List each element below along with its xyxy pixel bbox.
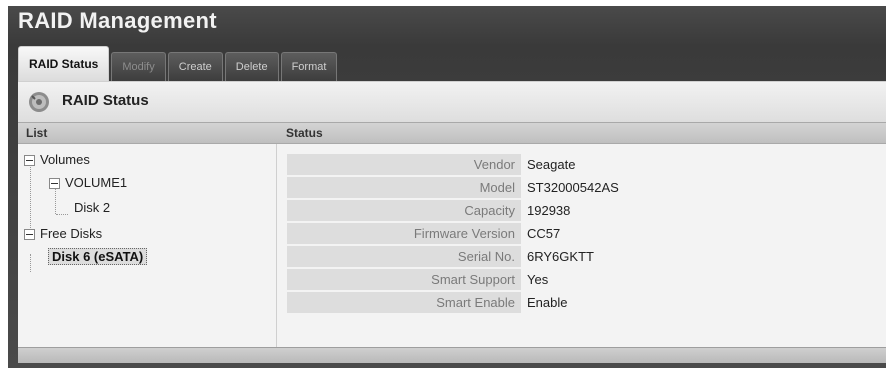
tab-modify[interactable]: Modify: [111, 52, 166, 81]
disk-tree-pane: Volumes VOLUME1 Disk 2 Free Disks Disk 6…: [18, 144, 277, 347]
status-label: Capacity: [287, 200, 521, 221]
tab-delete[interactable]: Delete: [224, 52, 279, 81]
column-headers: List Status: [18, 122, 886, 144]
status-value: CC57: [527, 226, 561, 241]
window-title: RAID Management: [18, 8, 217, 33]
collapse-icon[interactable]: [24, 155, 35, 167]
status-value: 192938: [527, 203, 571, 218]
status-label: Smart Support: [287, 269, 521, 290]
status-value: Enable: [527, 295, 568, 310]
status-label: Firmware Version: [287, 223, 521, 244]
status-label: Serial No.: [287, 246, 521, 267]
status-value: Yes: [527, 272, 549, 287]
list-column-header: List: [26, 126, 48, 140]
status-row-vendor: Vendor Seagate: [287, 154, 887, 176]
status-row-smart-enable: Smart Enable Enable: [287, 292, 887, 314]
status-row-capacity: Capacity 192938: [287, 200, 887, 222]
tab-raid-status[interactable]: RAID Status: [18, 46, 110, 81]
status-value: 6RY6GKTT: [527, 249, 594, 264]
tree-item-disk6-esata[interactable]: Disk 6 (eSATA): [48, 248, 148, 265]
status-row-smart-support: Smart Support Yes: [287, 269, 887, 291]
tree-item-volumes[interactable]: Volumes: [24, 152, 90, 167]
tab-format[interactable]: Format: [280, 52, 338, 81]
collapse-icon[interactable]: [24, 229, 35, 241]
gear-disk-icon: [29, 92, 49, 112]
status-row-firmware-version: Firmware Version CC57: [287, 223, 887, 245]
tab-bar: RAID Status Modify Create Delete Format: [18, 45, 339, 81]
status-value: Seagate: [527, 157, 576, 172]
raid-status-panel: RAID Status List Status Volumes VOLUME1 …: [18, 81, 886, 363]
status-value: ST32000542AS: [527, 180, 619, 195]
tree-item-volume1[interactable]: VOLUME1: [49, 175, 127, 190]
tree-item-disk2[interactable]: Disk 2: [74, 200, 110, 215]
status-label: Vendor: [287, 154, 521, 175]
collapse-icon[interactable]: [49, 178, 60, 190]
status-row-model: Model ST32000542AS: [287, 177, 887, 199]
status-row-serial-no: Serial No. 6RY6GKTT: [287, 246, 887, 268]
panel-footer: [18, 347, 886, 363]
panel-title: RAID Status: [62, 92, 149, 109]
tree-item-free-disks[interactable]: Free Disks: [24, 226, 102, 241]
status-label: Model: [287, 177, 521, 198]
panel-header: RAID Status: [18, 82, 886, 122]
disk-status-pane: Vendor Seagate Model ST32000542AS Capaci…: [277, 144, 886, 347]
status-label: Smart Enable: [287, 292, 521, 313]
tab-create[interactable]: Create: [167, 52, 223, 81]
status-column-header: Status: [286, 126, 323, 140]
